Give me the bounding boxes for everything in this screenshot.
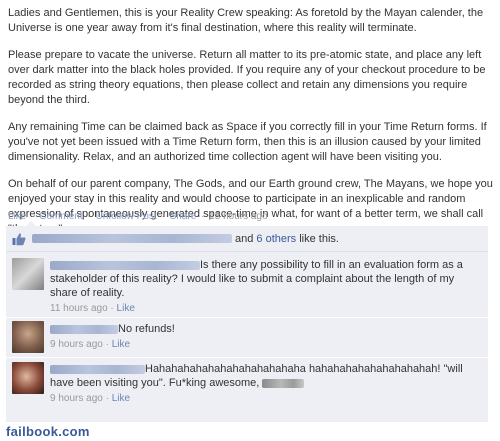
likes-and: and bbox=[235, 232, 254, 245]
comment-time[interactable]: 9 hours ago bbox=[50, 339, 103, 350]
share-link[interactable]: Share bbox=[170, 211, 197, 222]
likes-suffix: like this. bbox=[299, 232, 339, 245]
likes-summary: and 6 others like this. bbox=[235, 233, 339, 245]
avatar[interactable] bbox=[12, 321, 44, 353]
avatar[interactable] bbox=[12, 362, 44, 394]
post-timestamp[interactable]: 13 hours ago bbox=[209, 211, 267, 222]
status-paragraph-3: Any remaining Time can be claimed back a… bbox=[8, 121, 487, 163]
comment-item: Is there any possibility to fill in an e… bbox=[6, 252, 488, 318]
comment-text: No refunds! bbox=[50, 322, 482, 336]
status-message: Ladies and Gentlemen, this is your Reali… bbox=[8, 6, 496, 237]
avatar[interactable] bbox=[12, 258, 44, 290]
feedback-caret bbox=[26, 221, 36, 226]
comment-like-link[interactable]: Like bbox=[117, 303, 135, 314]
comment-body: No refunds! bbox=[118, 323, 175, 335]
commenter-name-redacted[interactable] bbox=[50, 364, 145, 374]
separator: · bbox=[87, 211, 91, 222]
comment-text: Is there any possibility to fill in an e… bbox=[50, 258, 482, 300]
status-paragraph-1: Ladies and Gentlemen, this is your Reali… bbox=[8, 7, 484, 34]
separator: · bbox=[201, 211, 205, 222]
comment-text: Hahahahahahahahahahahahaha hahahahahahah… bbox=[50, 362, 482, 390]
redacted-name bbox=[262, 378, 305, 388]
like-link[interactable]: Like bbox=[8, 211, 26, 222]
status-paragraph-2: Please prepare to vacate the universe. R… bbox=[8, 49, 486, 106]
feedback-box: and 6 others like this. Is there any pos… bbox=[6, 221, 488, 422]
post-actions-bar: Like · Comment · Unfollow Post · Share ·… bbox=[8, 211, 268, 222]
comment-link[interactable]: Comment bbox=[39, 211, 82, 222]
likes-row: and 6 others like this. bbox=[6, 226, 488, 252]
watermark: failbook.com bbox=[6, 424, 90, 439]
unfollow-post-link[interactable]: Unfollow Post bbox=[96, 211, 157, 222]
comment-time[interactable]: 9 hours ago bbox=[50, 393, 103, 404]
comment-meta: 9 hours ago · Like bbox=[50, 339, 131, 350]
commenter-name-redacted[interactable] bbox=[50, 260, 200, 270]
others-link[interactable]: 6 others bbox=[256, 233, 296, 245]
comment-like-link[interactable]: Like bbox=[112, 339, 130, 350]
comment-time[interactable]: 11 hours ago bbox=[50, 303, 108, 314]
comment-item: Hahahahahahahahahahahahaha hahahahahahah… bbox=[6, 358, 488, 422]
commenter-name-redacted[interactable] bbox=[50, 324, 118, 334]
comment-item: No refunds! 9 hours ago · Like bbox=[6, 318, 488, 358]
separator: · bbox=[161, 211, 165, 222]
comment-meta: 11 hours ago · Like bbox=[50, 303, 135, 314]
liker-names-redacted[interactable] bbox=[32, 234, 232, 243]
comment-like-link[interactable]: Like bbox=[112, 393, 130, 404]
comment-meta: 9 hours ago · Like bbox=[50, 393, 131, 404]
thumbs-up-icon bbox=[12, 232, 26, 245]
